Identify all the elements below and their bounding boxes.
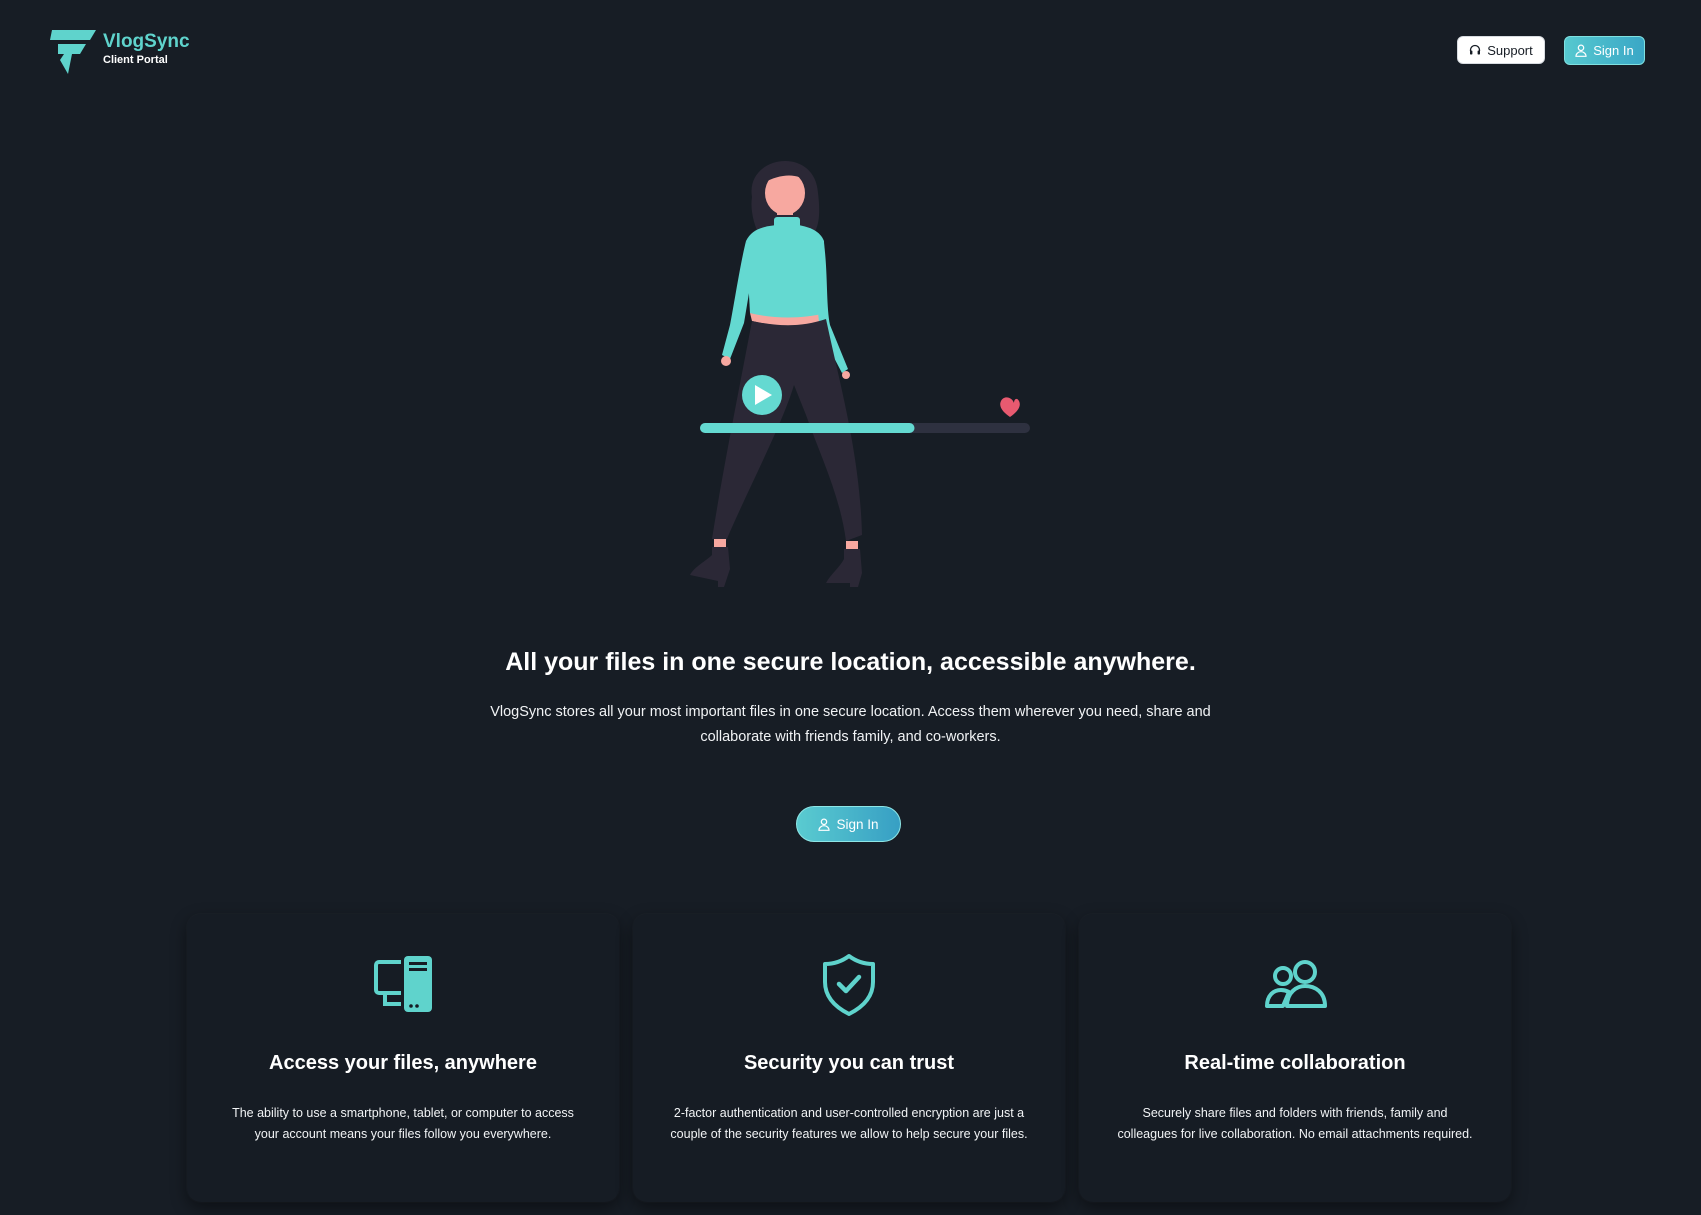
hero-title: All your files in one secure location, a…: [505, 648, 1196, 676]
hero-sign-in-button[interactable]: Sign In: [796, 806, 901, 842]
sign-in-label: Sign In: [1593, 43, 1634, 58]
hero-illustration: [690, 161, 1030, 587]
feature-description: The ability to use a smartphone, tablet,…: [232, 1106, 574, 1141]
feature-title: Real-time collaboration: [1184, 1052, 1406, 1074]
feature-card-access: Access your files, anywhere The ability …: [187, 914, 619, 1202]
hero-sign-in-label: Sign In: [836, 816, 879, 832]
feature-description: Securely share files and folders with fr…: [1117, 1106, 1473, 1141]
sign-in-button[interactable]: Sign In: [1564, 36, 1645, 65]
brand-name: VlogSync: [103, 31, 190, 52]
shield-check-icon: [823, 954, 875, 1016]
hero-description: VlogSync stores all your most important …: [490, 704, 1211, 745]
feature-card-collaboration: Real-time collaboration Securely share f…: [1079, 914, 1511, 1202]
feature-title: Security you can trust: [743, 1052, 955, 1074]
feature-card-security: Security you can trust 2-factor authenti…: [633, 914, 1065, 1202]
feature-description: 2-factor authentication and user-control…: [670, 1106, 1028, 1141]
logo-mark-icon: [50, 30, 96, 74]
user-icon: [1575, 44, 1587, 57]
play-icon: [742, 375, 782, 415]
headset-icon: [1470, 44, 1481, 55]
logo-text: VlogSync Client Portal: [103, 31, 190, 67]
brand-subtitle: Client Portal: [103, 54, 168, 66]
support-label: Support: [1487, 42, 1533, 58]
support-button[interactable]: Support: [1457, 36, 1545, 64]
video-progress-fill: [700, 423, 915, 433]
heart-icon: [1000, 397, 1020, 417]
user-icon: [818, 817, 831, 831]
header: VlogSync Client Portal Support Sign In: [0, 0, 1701, 100]
features-section: Access your files, anywhere The ability …: [187, 914, 1511, 1202]
users-icon: [1265, 960, 1327, 1008]
feature-title: Access your files, anywhere: [269, 1052, 537, 1074]
logo[interactable]: VlogSync Client Portal: [50, 28, 190, 74]
devices-icon: [374, 956, 432, 1012]
